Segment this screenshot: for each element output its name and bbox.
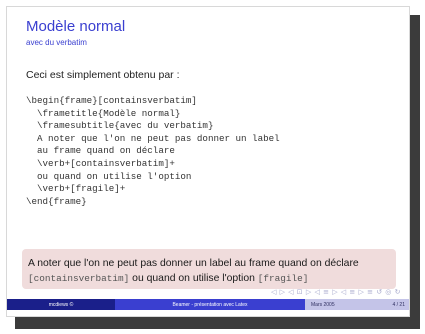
code-line: \frametitle{Modèle normal} [26,107,181,119]
alert-text: ou quand on utilise l'option [129,273,258,284]
footer-author: mcdiews © [7,299,115,310]
verbatim-code-block: \begin{frame}[containsverbatim] \frameti… [26,95,280,208]
intro-text: Ceci est simplement obtenu par : [26,69,180,81]
alert-code-fragile: [fragile] [257,273,309,284]
footer-date: Mars 2005 [311,301,335,308]
alert-text: A noter que l'on ne peut pas donner un l… [28,258,359,269]
code-line: \verb+[fragile]+ [26,183,126,195]
slide: Modèle normal avec du verbatim Ceci est … [6,6,410,317]
footer-date-page: Mars 2005 4 / 21 [305,299,409,310]
frame-subtitle: avec du verbatim [26,38,87,47]
code-line: au frame quand on déclare [26,145,175,157]
footline: mcdiews © Beamer - présentation avec Lat… [7,299,409,310]
navigation-symbols[interactable]: ◁ ▷ ◁ ⊡ ▷ ◁ ≡ ▷ ◁ ≡ ▷ ≡ ↺ ◎ ↻ [271,288,401,296]
code-line: \begin{frame}[containsverbatim] [26,95,197,106]
footer-title: Beamer - présentation avec Latex [115,299,305,310]
frame-title: Modèle normal [26,18,126,35]
alert-block: A noter que l'on ne peut pas donner un l… [22,249,396,289]
footer-page-number: 4 / 21 [392,301,405,308]
code-line: A noter que l'on ne peut pas donner un l… [26,132,280,144]
alert-code-containsverbatim: [containsverbatim] [28,273,130,284]
code-line: \verb+[containsverbatim]+ [26,157,175,169]
code-line: \end{frame} [26,195,87,207]
code-line: ou quand on utilise l'option [26,170,192,182]
code-line: \framesubtitle{avec du verbatim} [26,120,214,132]
